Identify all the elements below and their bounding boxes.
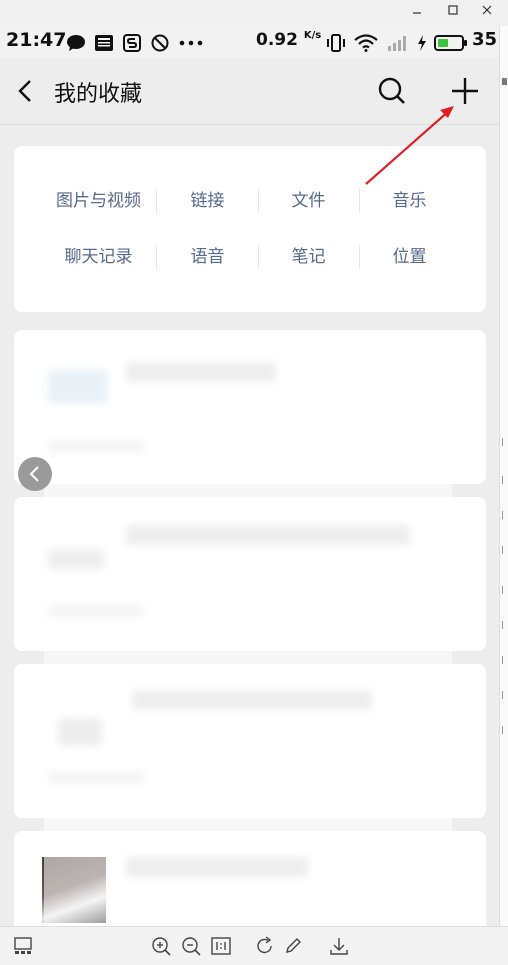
- app-s-icon: [122, 34, 142, 52]
- thumbnail-view-icon[interactable]: [12, 935, 34, 957]
- zoom-out-icon[interactable]: [180, 935, 202, 957]
- wifi-icon: [354, 34, 378, 52]
- category-notes[interactable]: 笔记: [258, 242, 359, 272]
- rotate-icon[interactable]: [254, 935, 276, 957]
- actual-size-icon[interactable]: [210, 935, 232, 957]
- category-chat-history[interactable]: 聊天记录: [48, 242, 149, 272]
- vibrate-icon: [326, 34, 346, 52]
- minimize-icon[interactable]: [406, 2, 428, 22]
- more-dots-icon: [178, 34, 204, 50]
- category-location[interactable]: 位置: [359, 242, 460, 272]
- page-title: 我的收藏: [54, 82, 143, 107]
- category-files[interactable]: 文件: [258, 186, 359, 216]
- category-links[interactable]: 链接: [157, 186, 258, 216]
- category-music[interactable]: 音乐: [359, 186, 460, 216]
- battery-level: 35: [472, 29, 498, 50]
- charging-bolt-icon: [416, 34, 428, 51]
- edit-pencil-icon[interactable]: [282, 935, 304, 957]
- viewer-title-bar: [0, 0, 508, 26]
- close-icon[interactable]: [476, 2, 498, 22]
- net-speed: 0.92 K/s: [256, 30, 322, 50]
- download-icon[interactable]: [328, 935, 350, 957]
- do-not-disturb-icon: [150, 34, 170, 52]
- zoom-in-icon[interactable]: [150, 935, 172, 957]
- news-icon: [94, 34, 114, 51]
- annotation-arrow: [365, 106, 454, 185]
- chat-bubble-icon: [66, 34, 86, 51]
- category-photos-videos[interactable]: 图片与视频: [48, 186, 149, 216]
- previous-image-button[interactable]: [18, 457, 52, 491]
- maximize-icon[interactable]: [442, 2, 464, 22]
- adjacent-window-strip: ■ | | | | | | | | |: [499, 26, 508, 926]
- status-time: 21:47: [6, 29, 67, 51]
- battery-icon: [434, 34, 468, 51]
- phone-screen: 21:47 0.92 K/s 35 我的收藏 图片与视频 链接 文件 音乐 聊天…: [0, 26, 499, 926]
- status-bar: 21:47 0.92 K/s 35: [0, 26, 499, 58]
- viewer-toolbar: [0, 926, 508, 965]
- signal-icon: [386, 34, 410, 51]
- back-arrow-icon[interactable]: [14, 78, 38, 104]
- category-voice[interactable]: 语音: [157, 242, 258, 272]
- blur-overlay: [44, 330, 452, 926]
